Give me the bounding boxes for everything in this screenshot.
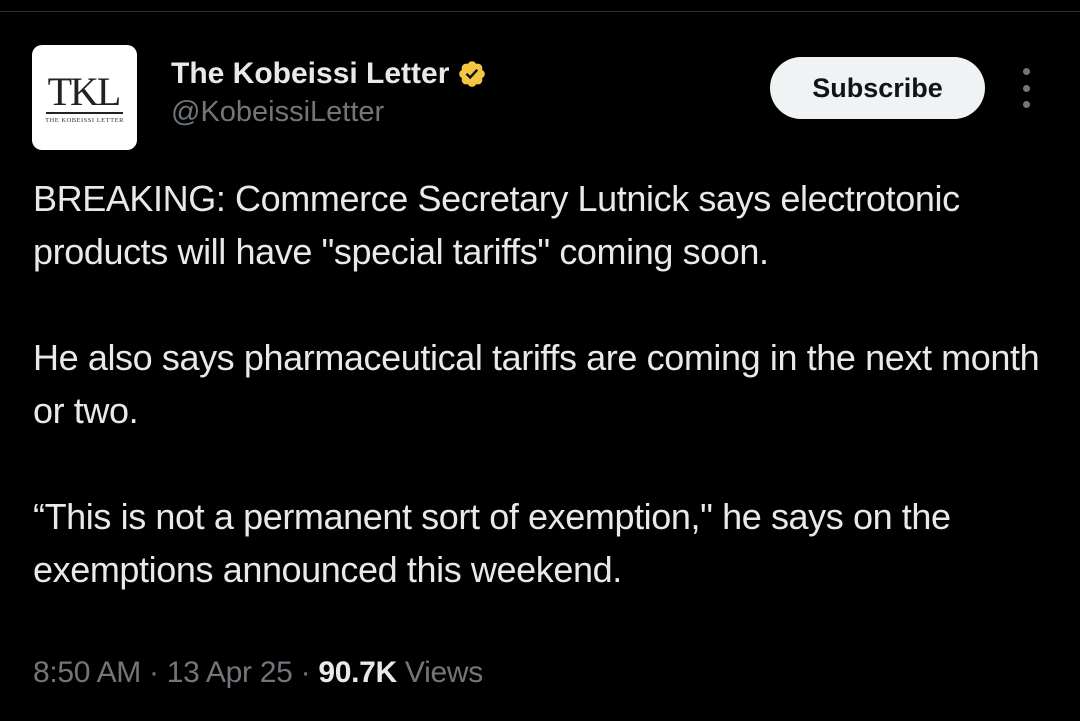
views-label: Views [404, 656, 483, 689]
tweet-paragraph: “This is not a permanent sort of exempti… [33, 496, 951, 590]
more-dot [1022, 101, 1030, 108]
tweet-date[interactable]: 13 Apr 25 [167, 656, 293, 689]
top-divider [0, 11, 1080, 12]
avatar[interactable]: TKL THE KOBEISSI LETTER [32, 45, 137, 150]
meta-separator: · [149, 656, 159, 689]
subscribe-button[interactable]: Subscribe [770, 57, 985, 119]
views-count: 90.7K [318, 656, 397, 689]
more-dot [1022, 68, 1030, 75]
avatar-subtitle: THE KOBEISSI LETTER [45, 116, 124, 124]
avatar-monogram: TKL [45, 71, 124, 114]
display-name[interactable]: The Kobeissi Letter [171, 57, 449, 91]
more-dot [1022, 84, 1030, 92]
handle[interactable]: @KobeissiLetter [171, 96, 384, 129]
verified-badge-icon [459, 61, 486, 87]
name-row: The Kobeissi Letter [171, 54, 487, 94]
tweet-paragraph: He also says pharmaceutical tariffs are … [33, 337, 1040, 431]
tweet-time[interactable]: 8:50 AM [33, 656, 141, 689]
tweet-paragraph: BREAKING: Commerce Secretary Lutnick say… [33, 178, 960, 272]
meta-separator: · [300, 656, 311, 689]
tweet-meta: 8:50 AM · 13 Apr 25 · 90.7K Views [33, 656, 483, 690]
more-vertical-icon[interactable] [1012, 68, 1040, 108]
tweet-text: BREAKING: Commerce Secretary Lutnick say… [33, 172, 1063, 596]
